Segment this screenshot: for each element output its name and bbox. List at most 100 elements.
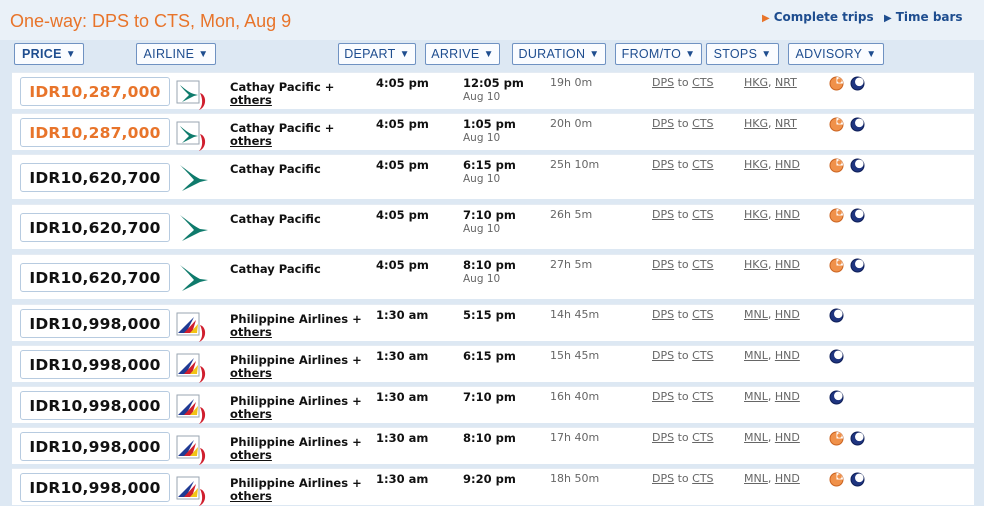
sun-moon-icon[interactable] bbox=[829, 472, 844, 487]
to-airport-link[interactable]: CTS bbox=[692, 117, 713, 130]
moon-icon[interactable] bbox=[829, 390, 844, 405]
stops: HKG, NRT bbox=[744, 76, 797, 89]
sort-airline-button[interactable]: AIRLINE ▼ bbox=[136, 43, 216, 65]
sort-stops-button[interactable]: STOPS ▼ bbox=[706, 43, 779, 65]
price-button[interactable]: IDR10,287,000 bbox=[20, 118, 170, 147]
sort-advisory-button[interactable]: ADVISORY ▼ bbox=[788, 43, 884, 65]
stop-airport-link[interactable]: NRT bbox=[775, 76, 797, 89]
flight-row: IDR10,998,000 Philippine Airlines + others… bbox=[12, 427, 974, 465]
to-airport-link[interactable]: CTS bbox=[692, 431, 713, 444]
from-airport-link[interactable]: DPS bbox=[652, 308, 674, 321]
others-link[interactable]: others bbox=[230, 93, 272, 107]
price-button[interactable]: IDR10,998,000 bbox=[20, 309, 170, 338]
stop-airport-link[interactable]: MNL bbox=[744, 390, 768, 403]
from-airport-link[interactable]: DPS bbox=[652, 431, 674, 444]
moon-icon[interactable] bbox=[850, 258, 865, 273]
price-button[interactable]: IDR10,620,700 bbox=[20, 213, 170, 242]
sort-price-button[interactable]: PRICE ▼ bbox=[14, 43, 84, 65]
cathay-icon bbox=[174, 211, 210, 241]
to-airport-link[interactable]: CTS bbox=[692, 76, 713, 89]
moon-icon[interactable] bbox=[850, 431, 865, 446]
sort-depart-button[interactable]: DEPART ▼ bbox=[338, 43, 416, 65]
stop-airport-link[interactable]: MNL bbox=[744, 472, 768, 485]
moon-icon[interactable] bbox=[850, 472, 865, 487]
stop-airport-link[interactable]: MNL bbox=[744, 349, 768, 362]
stop-airport-link[interactable]: HND bbox=[775, 472, 800, 485]
sun-moon-icon[interactable] bbox=[829, 208, 844, 223]
stop-airport-link[interactable]: HND bbox=[775, 258, 800, 271]
sun-moon-icon[interactable] bbox=[829, 76, 844, 91]
price-button[interactable]: IDR10,620,700 bbox=[20, 163, 170, 192]
to-airport-link[interactable]: CTS bbox=[692, 390, 713, 403]
from-airport-link[interactable]: DPS bbox=[652, 349, 674, 362]
airline-main: Cathay Pacific bbox=[230, 262, 321, 276]
to-airport-link[interactable]: CTS bbox=[692, 472, 713, 485]
others-link[interactable]: others bbox=[230, 448, 272, 462]
price-button[interactable]: IDR10,998,000 bbox=[20, 391, 170, 420]
to-airport-link[interactable]: CTS bbox=[692, 258, 713, 271]
moon-icon[interactable] bbox=[850, 117, 865, 132]
moon-icon[interactable] bbox=[850, 208, 865, 223]
duration: 16h 40m bbox=[550, 390, 600, 403]
from-airport-link[interactable]: DPS bbox=[652, 158, 674, 171]
moon-icon[interactable] bbox=[829, 349, 844, 364]
stop-airport-link[interactable]: HND bbox=[775, 308, 800, 321]
from-airport-link[interactable]: DPS bbox=[652, 390, 674, 403]
time-bars-link[interactable]: ▶ Time bars bbox=[884, 10, 963, 24]
stop-airport-link[interactable]: HND bbox=[775, 208, 800, 221]
stop-airport-link[interactable]: NRT bbox=[775, 117, 797, 130]
to-airport-link[interactable]: CTS bbox=[692, 158, 713, 171]
to-airport-link[interactable]: CTS bbox=[692, 349, 713, 362]
time-bars-label: Time bars bbox=[895, 10, 963, 24]
price-button[interactable]: IDR10,998,000 bbox=[20, 350, 170, 379]
to-airport-link[interactable]: CTS bbox=[692, 208, 713, 221]
moon-icon[interactable] bbox=[829, 308, 844, 323]
from-airport-link[interactable]: DPS bbox=[652, 258, 674, 271]
stop-airport-link[interactable]: HND bbox=[775, 390, 800, 403]
airline-name: Cathay Pacific bbox=[230, 263, 378, 276]
price-button[interactable]: IDR10,620,700 bbox=[20, 263, 170, 292]
stop-airport-link[interactable]: HKG bbox=[744, 258, 768, 271]
sun-moon-icon[interactable] bbox=[829, 431, 844, 446]
stops: MNL, HND bbox=[744, 308, 800, 321]
others-link[interactable]: others bbox=[230, 407, 272, 421]
price-button[interactable]: IDR10,998,000 bbox=[20, 473, 170, 502]
complete-trips-label: Complete trips bbox=[773, 10, 874, 24]
price-button[interactable]: IDR10,287,000 bbox=[20, 77, 170, 106]
stop-airport-link[interactable]: MNL bbox=[744, 308, 768, 321]
from-airport-link[interactable]: DPS bbox=[652, 208, 674, 221]
complete-trips-link[interactable]: ▶ Complete trips bbox=[762, 10, 874, 24]
duration: 17h 40m bbox=[550, 431, 600, 444]
sort-arrive-button[interactable]: ARRIVE ▼ bbox=[425, 43, 500, 65]
advisory-icons bbox=[829, 308, 844, 323]
sun-moon-icon[interactable] bbox=[829, 117, 844, 132]
others-link[interactable]: others bbox=[230, 366, 272, 380]
stop-airport-link[interactable]: HKG bbox=[744, 208, 768, 221]
price-button[interactable]: IDR10,998,000 bbox=[20, 432, 170, 461]
depart-time: 1:30 am bbox=[376, 308, 429, 322]
from-airport-link[interactable]: DPS bbox=[652, 117, 674, 130]
from-airport-link[interactable]: DPS bbox=[652, 472, 674, 485]
to-airport-link[interactable]: CTS bbox=[692, 308, 713, 321]
stop-airport-link[interactable]: HND bbox=[775, 431, 800, 444]
duration: 20h 0m bbox=[550, 117, 593, 130]
others-link[interactable]: others bbox=[230, 489, 272, 503]
moon-icon[interactable] bbox=[850, 76, 865, 91]
stop-airport-link[interactable]: HND bbox=[775, 158, 800, 171]
stop-airport-link[interactable]: HND bbox=[775, 349, 800, 362]
airline-main: Cathay Pacific bbox=[230, 162, 321, 176]
sun-moon-icon[interactable] bbox=[829, 158, 844, 173]
sun-moon-icon[interactable] bbox=[829, 258, 844, 273]
depart-time: 4:05 pm bbox=[376, 258, 429, 272]
stop-airport-link[interactable]: HKG bbox=[744, 158, 768, 171]
airline-name: Cathay Pacific + others bbox=[230, 122, 378, 148]
stop-airport-link[interactable]: HKG bbox=[744, 117, 768, 130]
stop-airport-link[interactable]: MNL bbox=[744, 431, 768, 444]
from-airport-link[interactable]: DPS bbox=[652, 76, 674, 89]
others-link[interactable]: others bbox=[230, 325, 272, 339]
others-link[interactable]: others bbox=[230, 134, 272, 148]
sort-duration-button[interactable]: DURATION ▼ bbox=[512, 43, 606, 65]
sort-from-to-button[interactable]: FROM/TO ▼ bbox=[615, 43, 702, 65]
stop-airport-link[interactable]: HKG bbox=[744, 76, 768, 89]
moon-icon[interactable] bbox=[850, 158, 865, 173]
